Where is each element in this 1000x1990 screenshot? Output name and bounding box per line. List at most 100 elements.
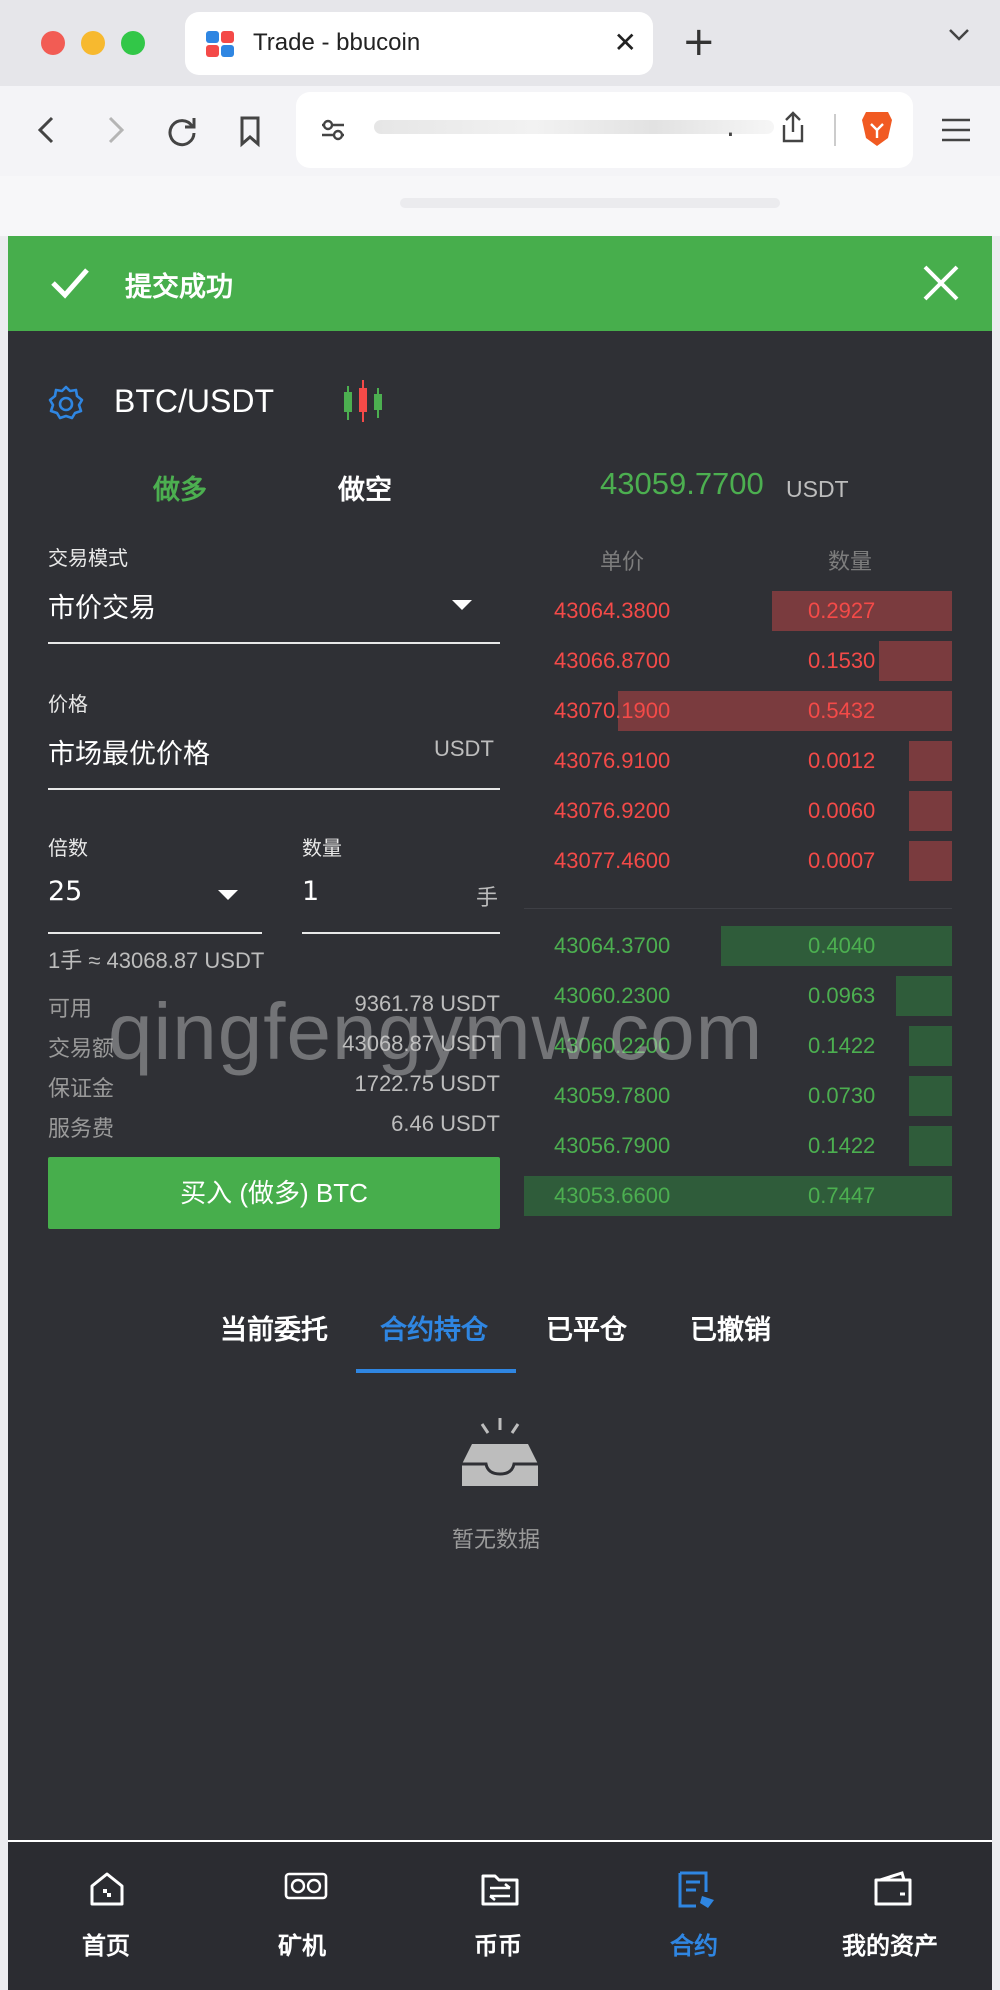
bottom-nav: 首页 矿机 币币 合约 我的资产 bbox=[8, 1840, 992, 1990]
price-label: 价格 bbox=[48, 692, 88, 716]
nav-miner[interactable]: 矿机 bbox=[204, 1842, 400, 1990]
ask-row[interactable]: 43064.3800 0.2927 bbox=[524, 591, 952, 631]
trading-pair[interactable]: BTC/USDT bbox=[114, 383, 274, 420]
buy-long-button[interactable]: 买入 (做多) BTC bbox=[48, 1157, 500, 1229]
empty-inbox-icon bbox=[462, 1418, 538, 1486]
brave-shield-icon[interactable] bbox=[860, 108, 894, 148]
nav-label: 矿机 bbox=[278, 1932, 326, 1960]
browser-toolbar: . bbox=[0, 86, 1000, 176]
close-tab-icon[interactable]: ✕ bbox=[614, 26, 637, 59]
toast-message: 提交成功 bbox=[125, 272, 233, 303]
zoom-window-button[interactable] bbox=[121, 31, 145, 55]
browser-tab-bar: Trade - bbucoin ✕ + bbox=[0, 0, 1000, 86]
depth-bar bbox=[879, 641, 952, 681]
close-window-button[interactable] bbox=[41, 31, 65, 55]
nav-label: 我的资产 bbox=[842, 1932, 938, 1960]
ask-price: 43076.9100 bbox=[554, 748, 671, 773]
ask-row[interactable]: 43076.9100 0.0012 bbox=[524, 741, 952, 781]
url-text bbox=[374, 120, 774, 134]
site-favicon bbox=[206, 31, 234, 57]
nav-spot[interactable]: 币币 bbox=[400, 1842, 596, 1990]
leverage-dropdown-icon[interactable] bbox=[218, 890, 238, 900]
mode-select-underline bbox=[48, 642, 500, 644]
empty-state-text: 暂无数据 bbox=[452, 1528, 541, 1553]
nav-home[interactable]: 首页 bbox=[8, 1842, 204, 1990]
summary-key: 保证金 bbox=[48, 1077, 115, 1102]
summary-key: 可用 bbox=[48, 997, 93, 1022]
bid-row[interactable]: 43053.6600 0.7447 bbox=[524, 1176, 952, 1216]
chevron-down-icon[interactable] bbox=[948, 28, 970, 42]
last-price: 43059.7700 bbox=[600, 466, 764, 501]
summary-row-fee: 服务费 6.46 USDT bbox=[48, 1111, 500, 1142]
bid-qty: 0.1422 bbox=[808, 1033, 876, 1058]
depth-bar bbox=[909, 791, 952, 831]
ask-price: 43064.3800 bbox=[554, 598, 671, 623]
summary-value: 9361.78 USDT bbox=[354, 991, 500, 1016]
home-icon bbox=[90, 1872, 124, 1906]
quantity-underline bbox=[302, 932, 500, 934]
depth-bar bbox=[896, 976, 952, 1016]
bid-row[interactable]: 43059.7800 0.0730 bbox=[524, 1076, 952, 1116]
ask-row[interactable]: 43076.9200 0.0060 bbox=[524, 791, 952, 831]
depth-bar bbox=[909, 1076, 952, 1116]
site-settings-icon[interactable] bbox=[320, 118, 346, 142]
tab-cancelled[interactable]: 已撤销 bbox=[690, 1308, 771, 1347]
share-icon[interactable] bbox=[780, 110, 806, 144]
settings-gear-icon[interactable] bbox=[46, 384, 86, 424]
new-tab-icon[interactable]: + bbox=[682, 22, 716, 62]
tab-open-orders[interactable]: 当前委托 bbox=[220, 1308, 328, 1347]
ask-qty: 0.1530 bbox=[808, 648, 876, 673]
mode-dropdown-icon[interactable] bbox=[452, 600, 472, 610]
active-tab-indicator bbox=[356, 1369, 516, 1373]
minimize-window-button[interactable] bbox=[81, 31, 105, 55]
bid-price: 43060.2200 bbox=[554, 1033, 671, 1058]
ask-row[interactable]: 43077.4600 0.0007 bbox=[524, 841, 952, 881]
leverage-label: 倍数 bbox=[48, 836, 88, 860]
bookmark-icon[interactable] bbox=[226, 106, 274, 154]
reload-icon[interactable] bbox=[158, 106, 206, 154]
nav-label: 币币 bbox=[474, 1932, 522, 1960]
bid-row[interactable]: 43064.3700 0.4040 bbox=[524, 926, 952, 966]
success-toast: 提交成功 bbox=[8, 236, 992, 331]
orderbook-price-header: 单价 bbox=[600, 550, 645, 575]
close-icon[interactable] bbox=[922, 264, 960, 302]
nav-assets[interactable]: 我的资产 bbox=[792, 1842, 988, 1990]
candlestick-chart-icon[interactable] bbox=[338, 376, 388, 426]
bid-price: 43064.3700 bbox=[554, 933, 671, 958]
wallet-icon bbox=[874, 1871, 912, 1906]
divider bbox=[834, 114, 836, 146]
quantity-label: 数量 bbox=[302, 836, 342, 860]
ask-qty: 0.0012 bbox=[808, 748, 876, 773]
bid-row[interactable]: 43060.2300 0.0963 bbox=[524, 976, 952, 1016]
price-underline bbox=[48, 788, 500, 790]
check-icon bbox=[51, 268, 89, 299]
tab-closed[interactable]: 已平仓 bbox=[546, 1308, 627, 1347]
bid-price: 43059.7800 bbox=[554, 1083, 671, 1108]
bid-qty: 0.4040 bbox=[808, 933, 876, 958]
summary-row-available: 可用 9361.78 USDT bbox=[48, 991, 500, 1022]
mode-select-value[interactable]: 市价交易 bbox=[48, 586, 156, 625]
tab-positions[interactable]: 合约持仓 bbox=[380, 1308, 488, 1347]
browser-tab[interactable]: Trade - bbucoin ✕ bbox=[185, 12, 653, 75]
nav-contract[interactable]: 合约 bbox=[596, 1842, 792, 1990]
bid-row[interactable]: 43056.7900 0.1422 bbox=[524, 1126, 952, 1166]
tab-short[interactable]: 做空 bbox=[338, 468, 392, 507]
browser-info-strip bbox=[0, 176, 1000, 236]
price-input[interactable]: 市场最优价格 bbox=[48, 732, 210, 771]
quantity-input[interactable]: 1 bbox=[302, 876, 319, 907]
leverage-select-value[interactable]: 25 bbox=[48, 876, 82, 907]
ask-qty: 0.0060 bbox=[808, 798, 876, 823]
url-tail: . bbox=[726, 110, 735, 143]
trade-app: 提交成功 BTC/USDT 做多 做空 交易模式 市价交易 价格 市场最优价格 … bbox=[8, 236, 992, 1990]
ask-row[interactable]: 43070.1900 0.5432 bbox=[524, 691, 952, 731]
bid-row[interactable]: 43060.2200 0.1422 bbox=[524, 1026, 952, 1066]
back-icon[interactable] bbox=[24, 106, 72, 154]
bid-qty: 0.0730 bbox=[808, 1083, 876, 1108]
exchange-icon bbox=[481, 1874, 519, 1906]
address-bar[interactable]: . bbox=[296, 92, 913, 168]
ask-row[interactable]: 43066.8700 0.1530 bbox=[524, 641, 952, 681]
lot-conversion-note: 1手 ≈ 43068.87 USDT bbox=[48, 948, 265, 973]
menu-icon[interactable] bbox=[932, 106, 980, 154]
forward-icon[interactable] bbox=[90, 106, 138, 154]
tab-long[interactable]: 做多 bbox=[153, 468, 207, 507]
